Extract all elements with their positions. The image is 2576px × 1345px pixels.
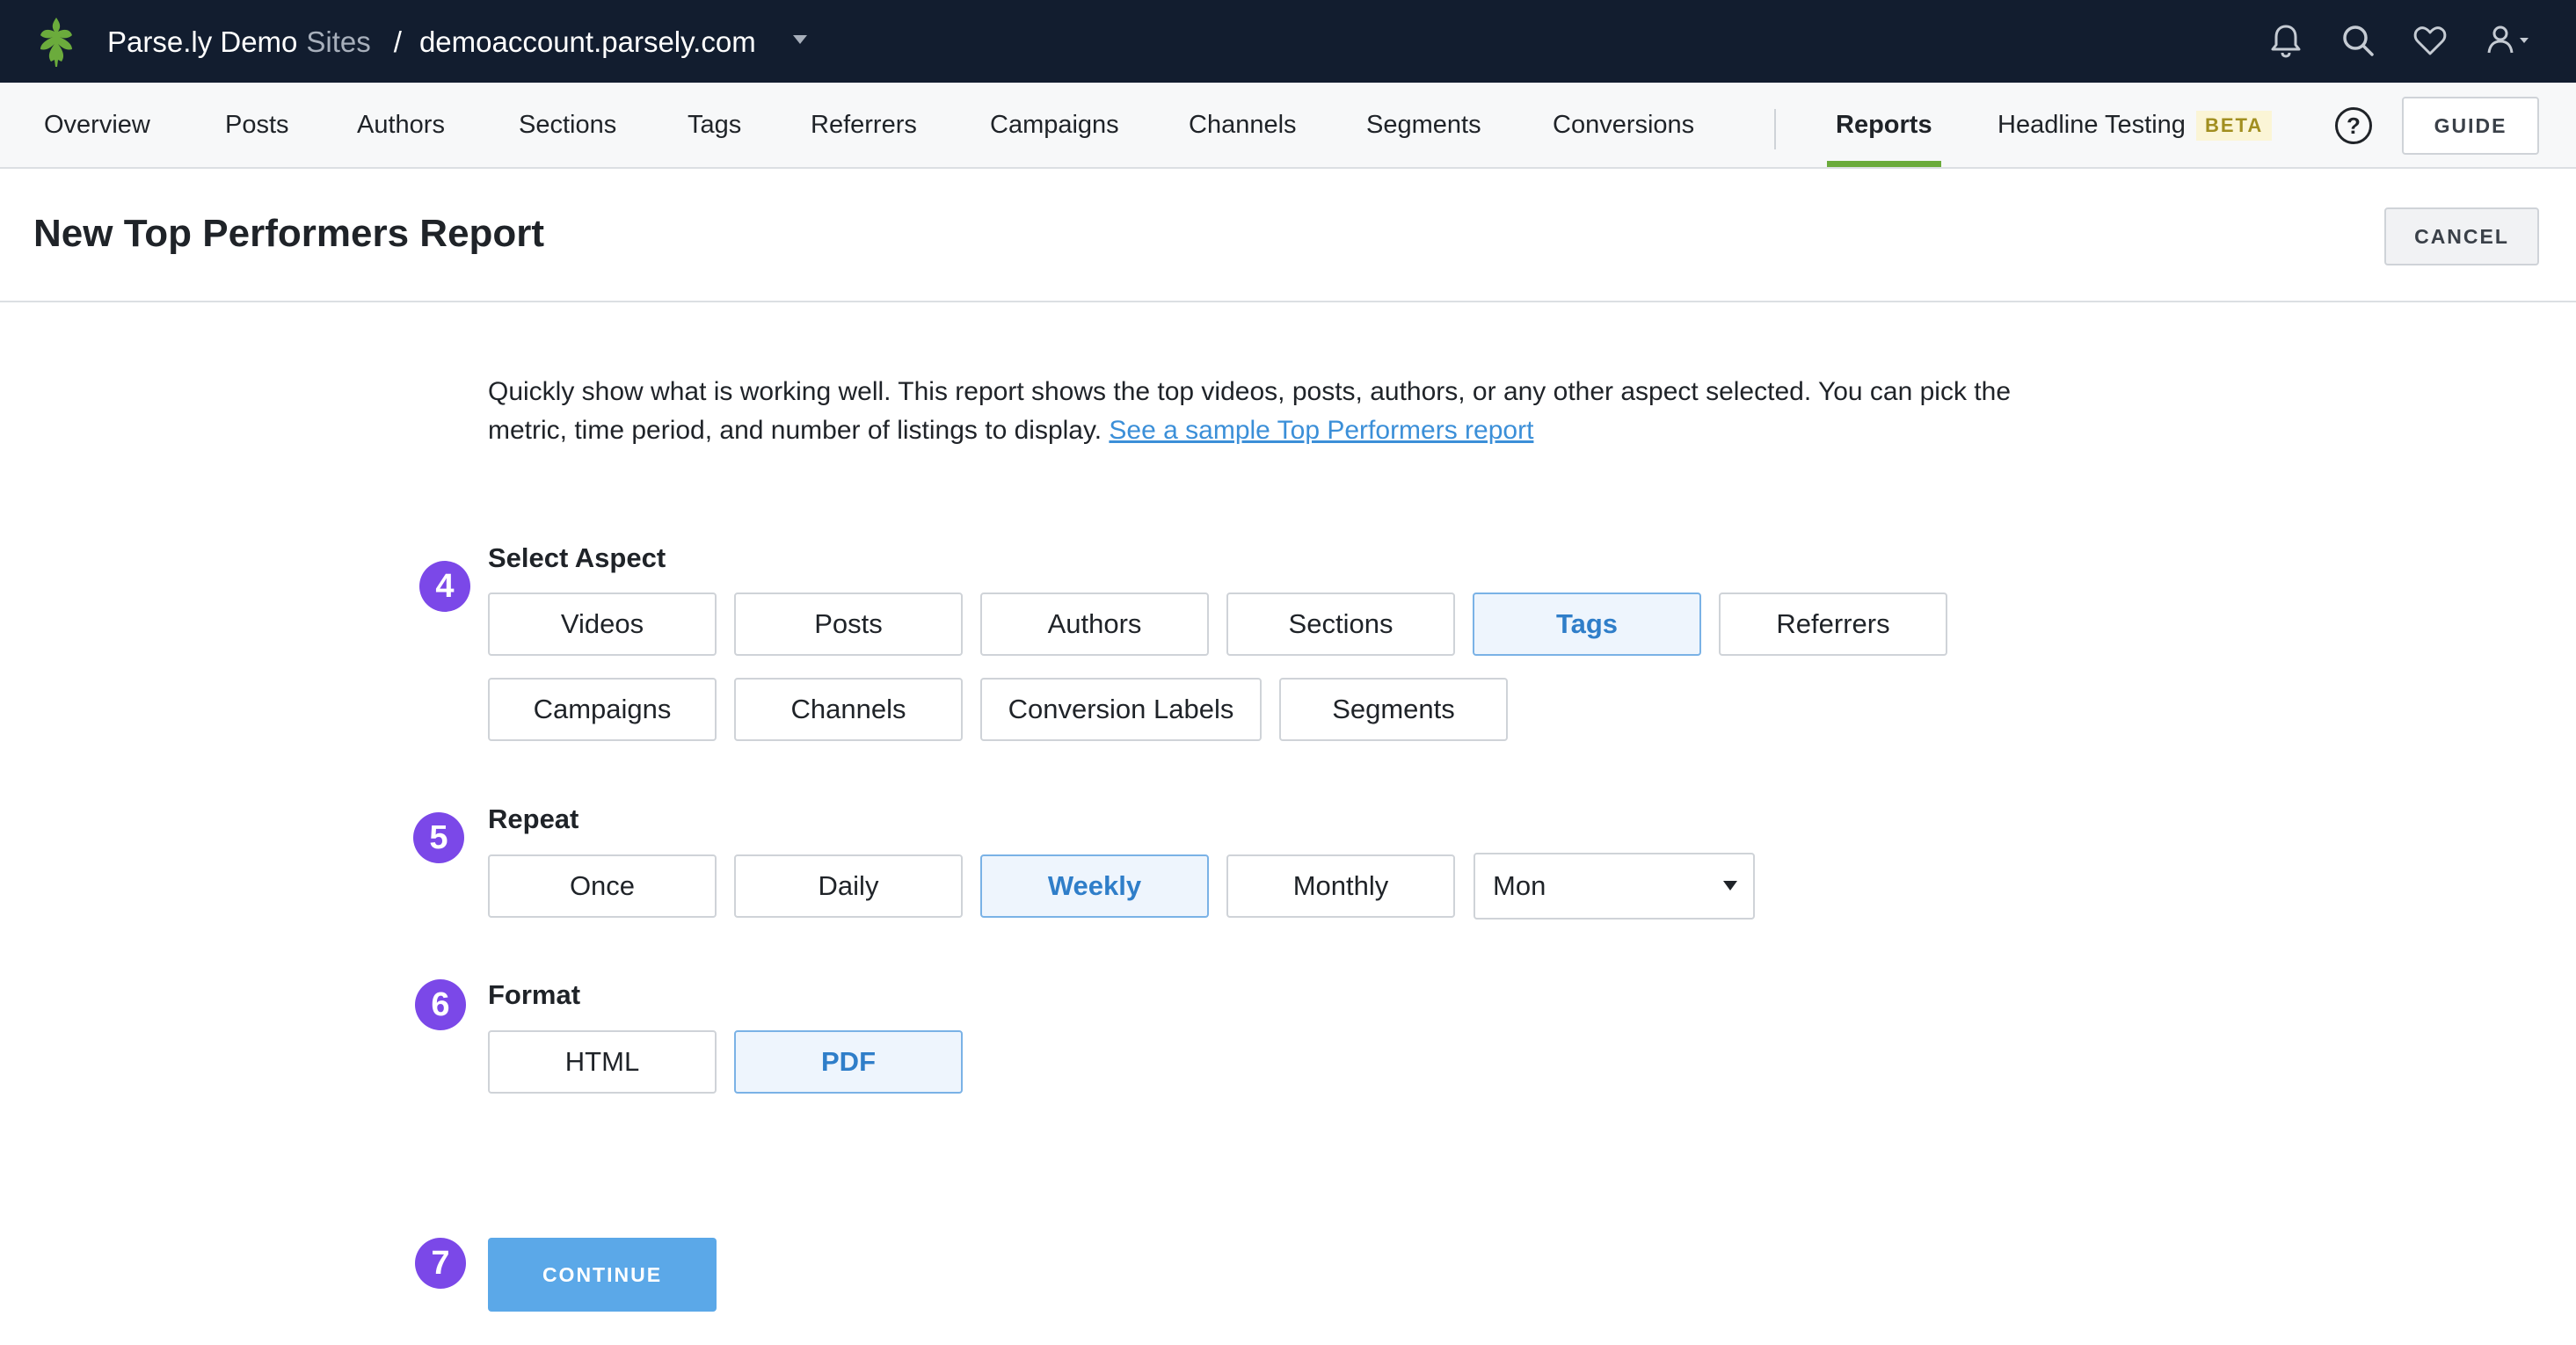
nav-reports[interactable]: Reports — [1836, 83, 1932, 167]
format-label: Format — [488, 979, 581, 1010]
repeat-option-monthly[interactable]: Monthly — [1226, 854, 1455, 918]
nav-campaigns[interactable]: Campaigns — [990, 83, 1119, 167]
aspect-option-campaigns[interactable]: Campaigns — [488, 678, 717, 741]
site-selector[interactable]: demoaccount.parsely.com — [419, 25, 756, 58]
nav-segments[interactable]: Segments — [1366, 83, 1481, 167]
format-option-html[interactable]: HTML — [488, 1030, 717, 1094]
continue-button[interactable]: CONTINUE — [488, 1238, 717, 1312]
aspect-option-channels[interactable]: Channels — [734, 678, 963, 741]
nav-authors[interactable]: Authors — [357, 83, 445, 167]
aspect-option-referrers[interactable]: Referrers — [1719, 593, 1947, 656]
repeat-day-select[interactable]: Mon — [1474, 853, 1755, 920]
brand-name[interactable]: Parse.ly Demo — [107, 25, 297, 58]
parsely-leaf-logo-icon[interactable] — [28, 14, 84, 69]
aspect-option-tags[interactable]: Tags — [1473, 593, 1701, 656]
site-dropdown-caret-icon[interactable] — [793, 35, 807, 44]
user-menu-icon[interactable] — [2483, 19, 2536, 62]
repeat-label: Repeat — [488, 803, 579, 834]
brand: Parse.ly Demo Sites / demoaccount.parsely.c… — [107, 25, 756, 60]
guide-button[interactable]: GUIDE — [2402, 97, 2539, 155]
aspect-option-segments[interactable]: Segments — [1279, 678, 1508, 741]
format-option-pdf[interactable]: PDF — [734, 1030, 963, 1094]
nav-divider — [1774, 109, 1776, 149]
search-icon[interactable] — [2337, 19, 2379, 62]
sample-report-link[interactable]: See a sample Top Performers report — [1109, 416, 1533, 445]
active-tab-indicator — [1827, 161, 1941, 167]
top-bar: Parse.ly Demo Sites / demoaccount.parsely.c… — [0, 0, 2576, 83]
beta-badge: BETA — [2196, 111, 2273, 141]
page-header: New Top Performers Report CANCEL — [0, 169, 2576, 302]
cancel-button[interactable]: CANCEL — [2384, 207, 2539, 265]
report-description: Quickly show what is working well. This … — [488, 373, 2053, 450]
nav-posts[interactable]: Posts — [225, 83, 289, 167]
nav-tags[interactable]: Tags — [688, 83, 741, 167]
aspect-option-authors[interactable]: Authors — [980, 593, 1209, 656]
aspect-option-videos[interactable]: Videos — [488, 593, 717, 656]
step-4-badge: 4 — [419, 561, 470, 612]
aspect-option-conversion-labels[interactable]: Conversion Labels — [980, 678, 1262, 741]
chevron-down-icon — [1723, 881, 1737, 891]
main-nav: Overview Posts Authors Sections Tags Ref… — [0, 83, 2576, 169]
nav-conversions[interactable]: Conversions — [1553, 83, 1694, 167]
page-title: New Top Performers Report — [33, 212, 545, 255]
nav-sections[interactable]: Sections — [519, 83, 616, 167]
step-7-badge: 7 — [415, 1238, 466, 1289]
repeat-option-once[interactable]: Once — [488, 854, 717, 918]
breadcrumb-separator: / — [393, 25, 402, 58]
repeat-option-daily[interactable]: Daily — [734, 854, 963, 918]
nav-headline-testing[interactable]: Headline Testing — [1997, 83, 2186, 167]
nav-overview[interactable]: Overview — [44, 83, 150, 167]
nav-channels[interactable]: Channels — [1189, 83, 1297, 167]
nav-referrers[interactable]: Referrers — [811, 83, 917, 167]
aspect-option-posts[interactable]: Posts — [734, 593, 963, 656]
heart-icon[interactable] — [2409, 19, 2451, 62]
repeat-option-weekly[interactable]: Weekly — [980, 854, 1209, 918]
repeat-day-value: Mon — [1493, 870, 1546, 901]
select-aspect-label: Select Aspect — [488, 542, 666, 573]
bell-icon[interactable] — [2265, 19, 2307, 62]
sites-link[interactable]: Sites — [306, 25, 370, 58]
step-5-badge: 5 — [413, 812, 464, 863]
step-6-badge: 6 — [415, 979, 466, 1030]
aspect-option-sections[interactable]: Sections — [1226, 593, 1455, 656]
help-icon[interactable]: ? — [2335, 107, 2372, 144]
